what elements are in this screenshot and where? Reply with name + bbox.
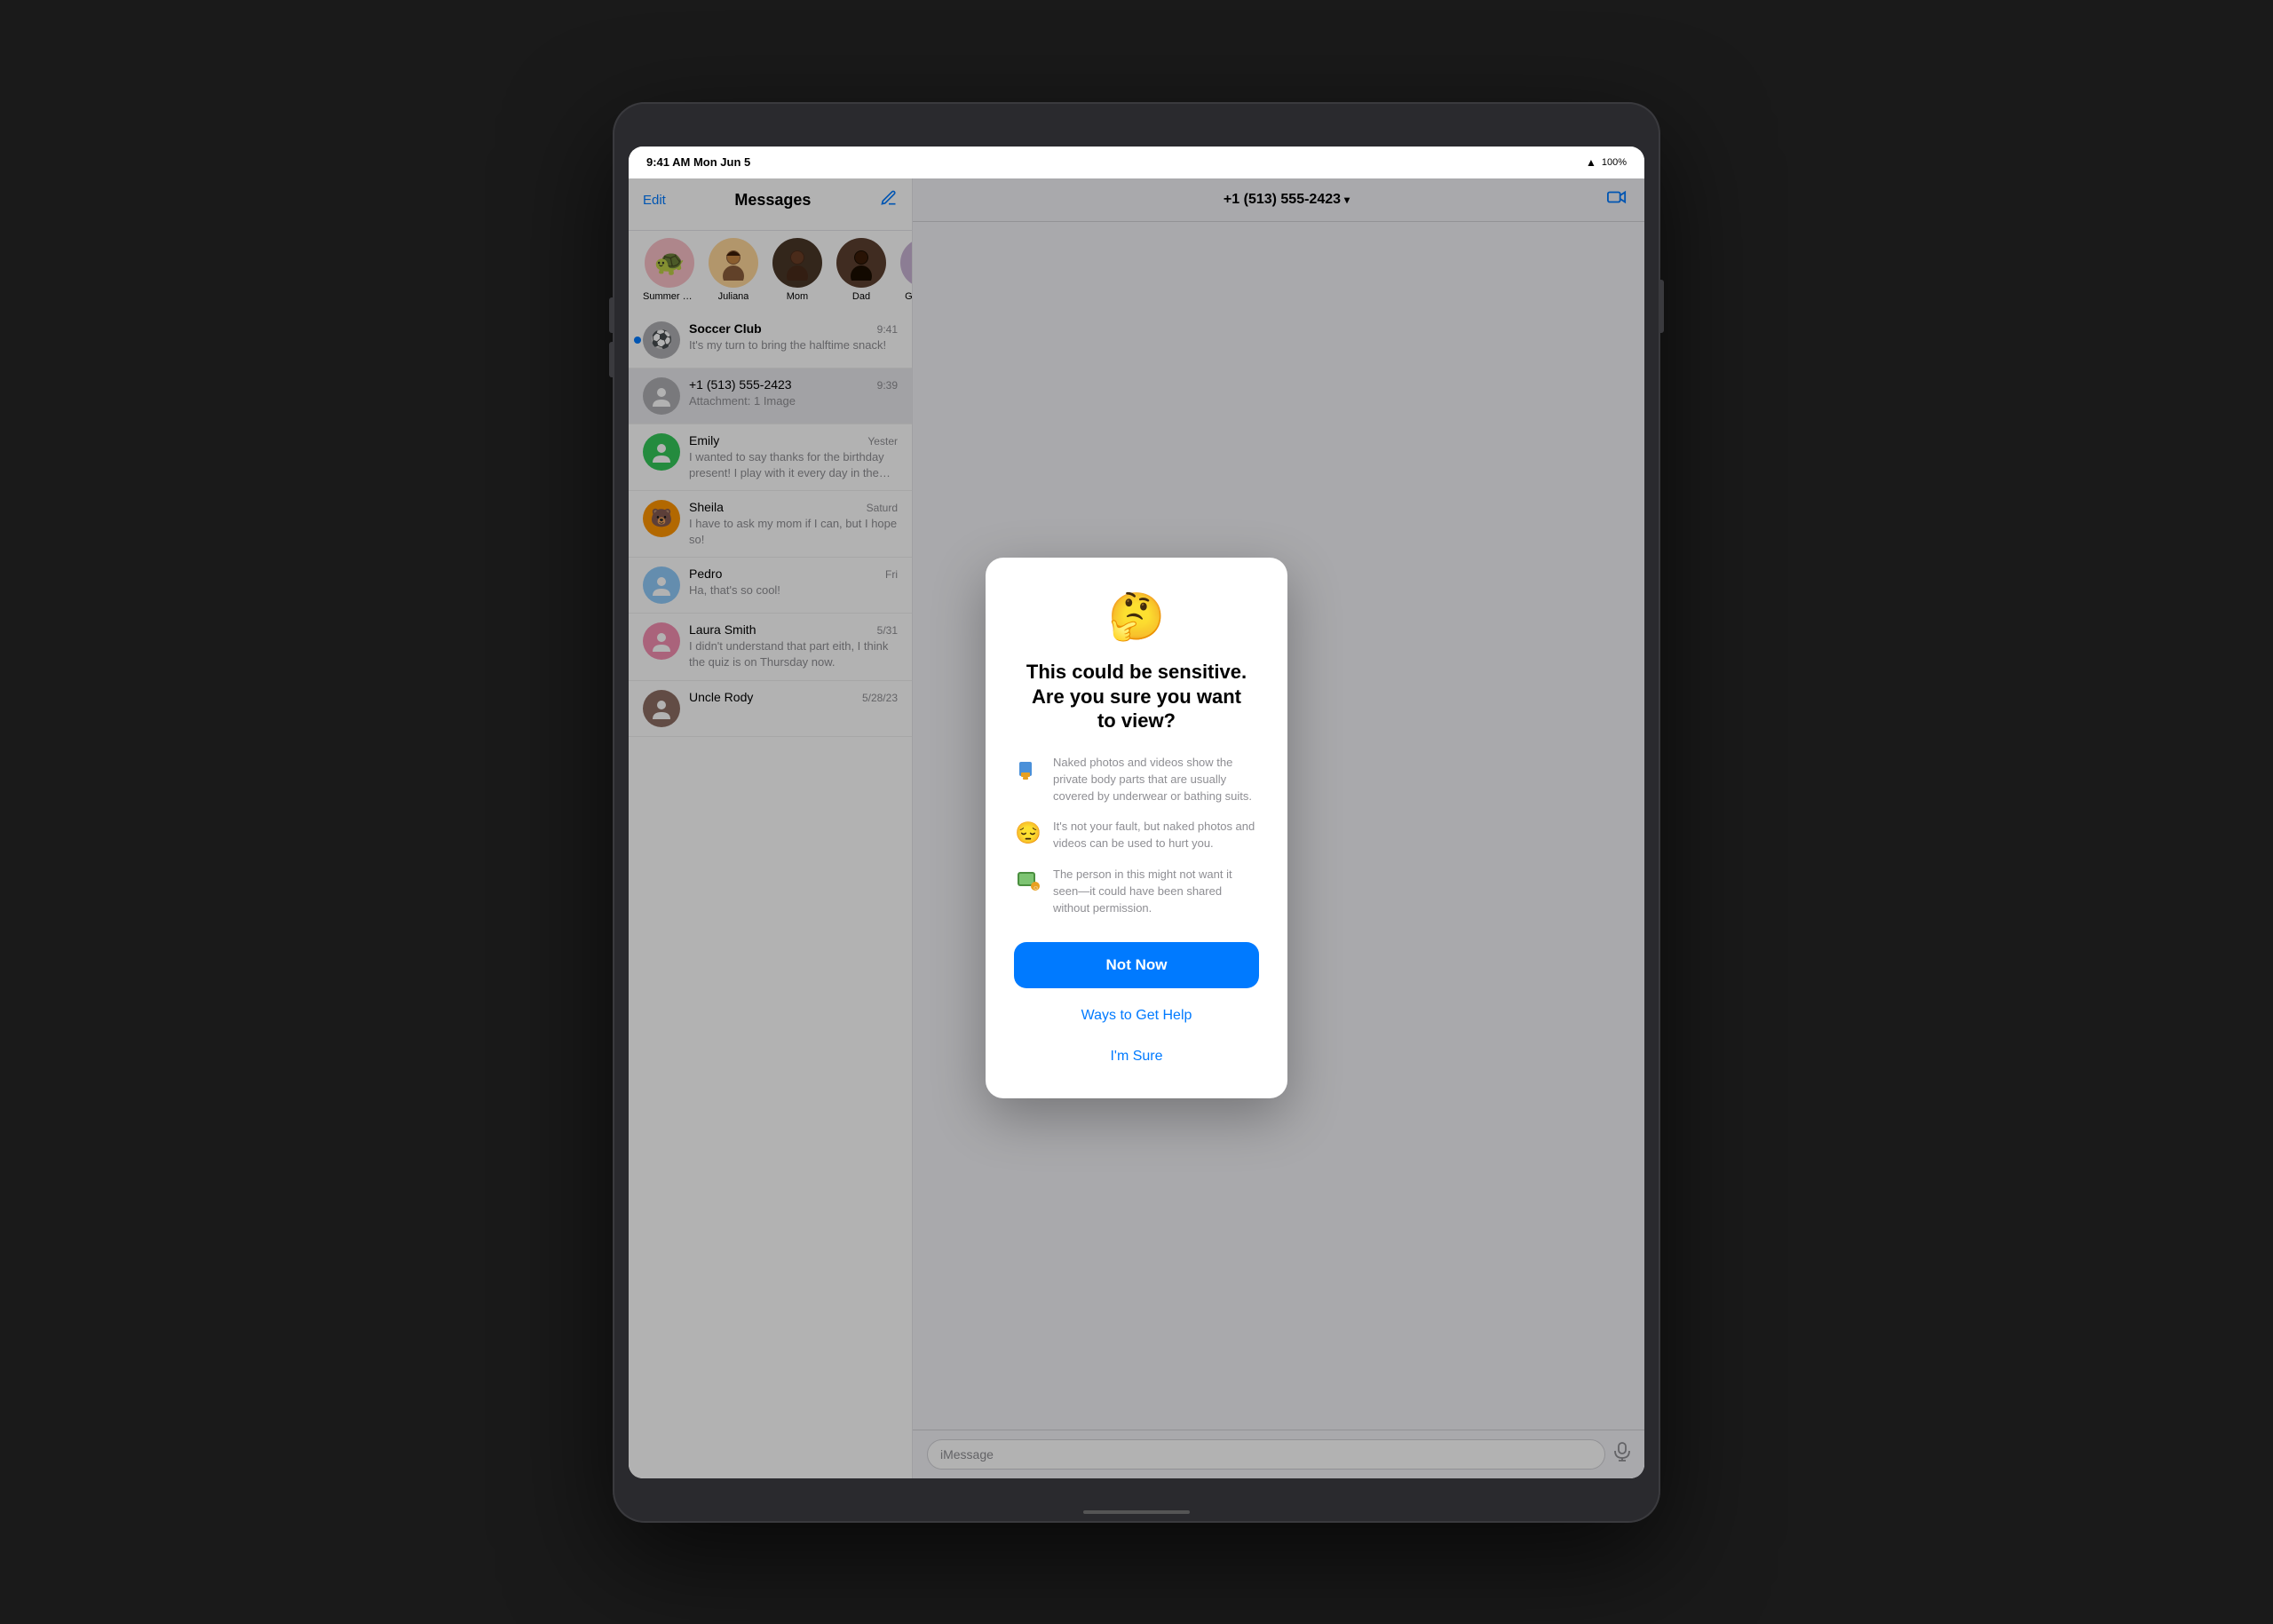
wifi-icon: ▲ [1586, 156, 1596, 169]
reason-text-2: It's not your fault, but naked photos an… [1053, 819, 1259, 852]
not-now-button[interactable]: Not Now [1014, 942, 1259, 988]
modal-reason-item-2: 😔 It's not your fault, but naked photos … [1014, 819, 1259, 852]
modal-reason-item-1: Naked photos and videos show the private… [1014, 755, 1259, 805]
sensitive-content-modal: 🤔 This could be sensitive.Are you sure y… [986, 558, 1287, 1097]
ipad-device: 9:41 AM Mon Jun 5 ▲ 100% Edit Messages [613, 102, 1660, 1523]
modal-reasons: Naked photos and videos show the private… [1014, 755, 1259, 917]
reason-text-1: Naked photos and videos show the private… [1053, 755, 1259, 805]
home-bar-indicator [1083, 1510, 1190, 1514]
modal-title: This could be sensitive.Are you sure you… [1014, 660, 1259, 733]
reason-icon-2: 😔 [1014, 820, 1042, 846]
status-right-icons: ▲ 100% [1586, 156, 1627, 169]
ipad-screen: 9:41 AM Mon Jun 5 ▲ 100% Edit Messages [629, 147, 1644, 1478]
status-bar: 9:41 AM Mon Jun 5 ▲ 100% [629, 147, 1644, 178]
ways-to-get-help-button[interactable]: Ways to Get Help [1014, 1001, 1259, 1031]
volume-up-button[interactable] [609, 297, 613, 333]
power-button[interactable] [1660, 280, 1664, 333]
volume-down-button[interactable] [609, 342, 613, 377]
svg-text:☺: ☺ [1033, 885, 1039, 891]
reason-icon-3: ☺ [1014, 868, 1042, 899]
modal-thinking-emoji: 🤔 [1014, 590, 1259, 644]
im-sure-button[interactable]: I'm Sure [1014, 1042, 1259, 1072]
battery-indicator: 100% [1602, 157, 1627, 168]
status-time: 9:41 AM Mon Jun 5 [646, 155, 750, 169]
reason-text-3: The person in this might not want it see… [1053, 867, 1259, 917]
modal-overlay: 🤔 This could be sensitive.Are you sure y… [629, 178, 1644, 1478]
reason-icon-1 [1014, 757, 1042, 788]
modal-reason-item-3: ☺ The person in this might not want it s… [1014, 867, 1259, 917]
